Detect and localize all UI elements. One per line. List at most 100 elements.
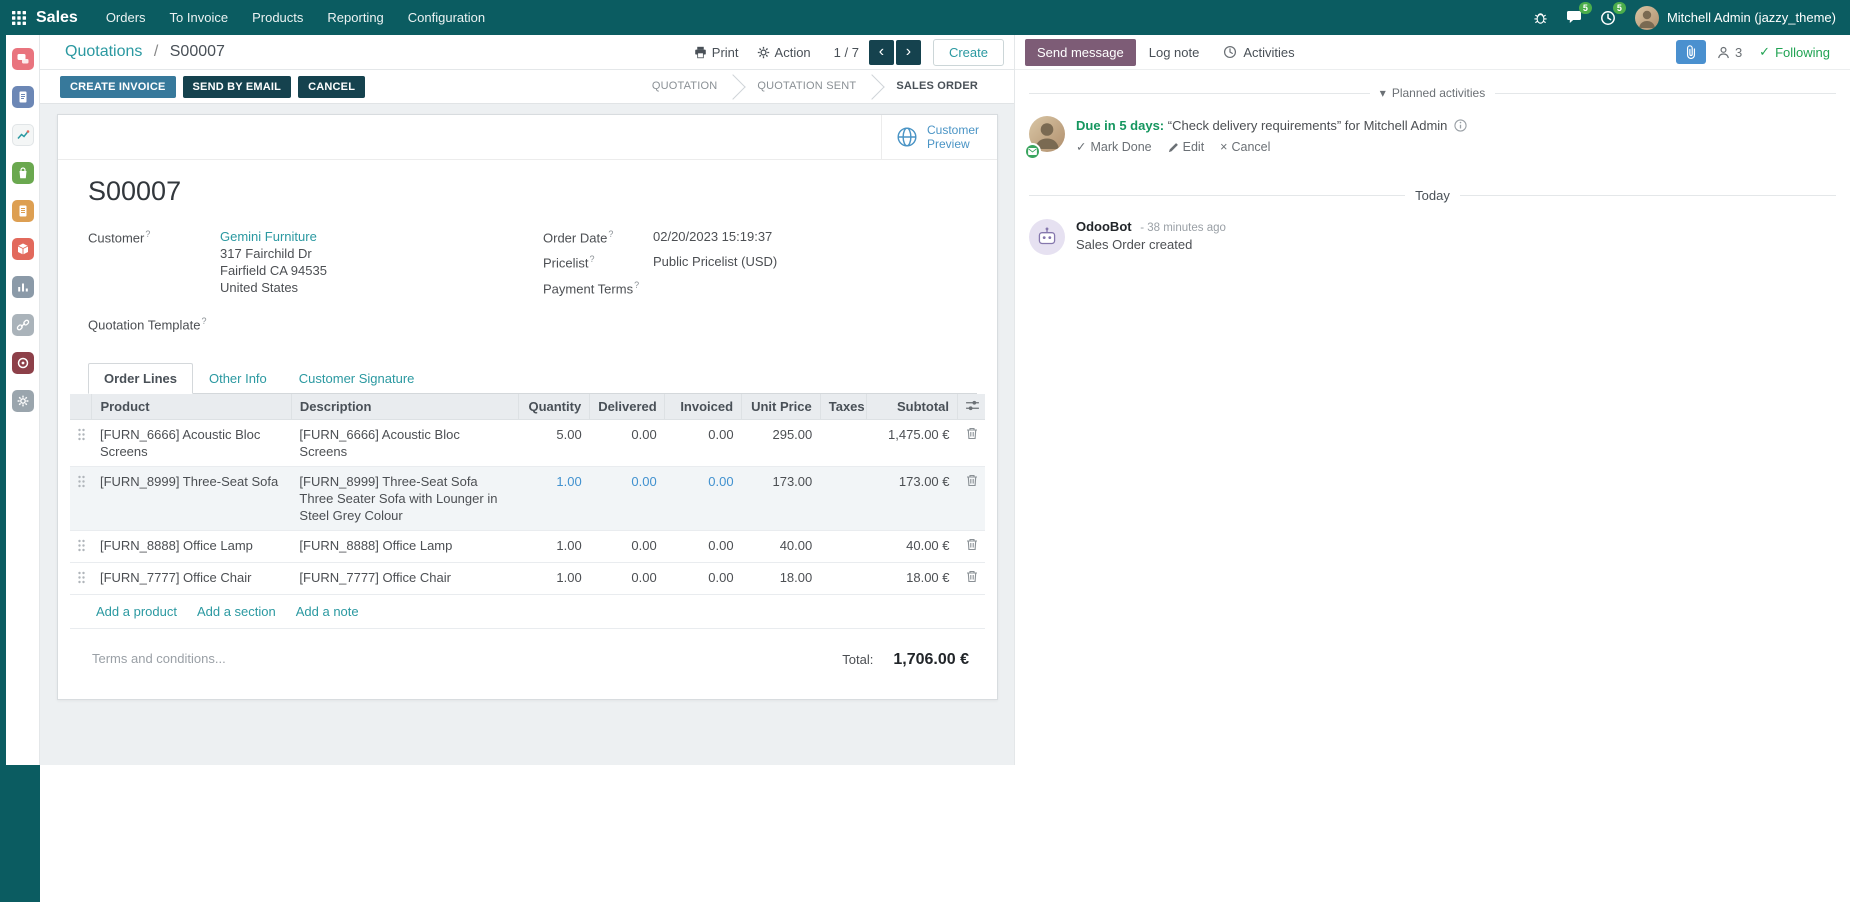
menu-products[interactable]: Products [240,0,315,35]
cell-unit-price[interactable]: 40.00 [742,531,821,563]
order-date-value[interactable]: 02/20/2023 15:19:37 [653,229,772,245]
cancel-button[interactable]: CANCEL [298,76,365,98]
info-icon[interactable] [1454,119,1467,132]
cell-unit-price[interactable]: 18.00 [742,563,821,595]
sidebar-app-link[interactable] [12,314,34,336]
drag-handle-icon[interactable] [78,569,85,588]
log-note-button[interactable]: Log note [1138,39,1211,66]
following-button[interactable]: ✓ Following [1753,44,1836,60]
chatter: Send message Log note Activities 3 ✓ Fol… [1015,35,1850,902]
cell-description[interactable]: [FURN_6666] Acoustic Bloc Screens [291,420,518,467]
drag-handle-icon[interactable] [78,537,85,556]
sidebar-app-accounting[interactable] [12,276,34,298]
cell-taxes[interactable] [820,563,866,595]
cell-invoiced[interactable]: 0.00 [665,531,742,563]
user-menu[interactable]: Mitchell Admin (jazzy_theme) [1625,6,1840,30]
terms-placeholder[interactable]: Terms and conditions... [92,651,226,666]
cell-taxes[interactable] [820,531,866,563]
cell-description[interactable]: [FURN_7777] Office Chair [291,563,518,595]
send-message-button[interactable]: Send message [1025,39,1136,66]
pager-previous-button[interactable]: ‹ [869,40,894,65]
cell-unit-price[interactable]: 173.00 [742,467,821,531]
cell-invoiced[interactable]: 0.00 [665,563,742,595]
add-section-link[interactable]: Add a section [197,604,276,619]
cancel-activity-button[interactable]: ×Cancel [1220,139,1270,156]
cell-description[interactable]: [FURN_8999] Three-Seat SofaThree Seater … [291,467,518,531]
drag-handle-icon[interactable] [78,473,85,492]
customer-preview-button[interactable]: Customer Preview [881,115,997,159]
pager-next-button[interactable]: › [896,40,921,65]
cell-quantity[interactable]: 1.00 [518,467,589,531]
activities-button[interactable]: Activities [1212,39,1305,66]
delete-line-icon[interactable] [966,426,978,444]
cell-taxes[interactable] [820,420,866,467]
delete-line-icon[interactable] [966,537,978,555]
sidebar-app-discuss[interactable] [12,48,34,70]
cell-unit-price[interactable]: 295.00 [742,420,821,467]
tab-order-lines[interactable]: Order Lines [88,363,193,394]
menu-reporting[interactable]: Reporting [315,0,395,35]
status-step-sales-order[interactable]: SALES ORDER [872,75,994,98]
cell-delivered[interactable]: 0.00 [590,531,665,563]
screen: Sales Orders To Invoice Products Reporti… [0,0,1850,902]
create-button[interactable]: Create [933,39,1004,66]
cell-product[interactable]: [FURN_8999] Three-Seat Sofa [92,467,291,531]
messages-icon[interactable]: 5 [1557,0,1591,35]
activities-icon[interactable]: 5 [1591,0,1625,35]
cell-delivered[interactable]: 0.00 [590,420,665,467]
tab-other-info[interactable]: Other Info [193,363,283,394]
main-panel: Quotations / S00007 Print Action 1 / 7 ‹ [40,35,1015,902]
cell-quantity[interactable]: 5.00 [518,420,589,467]
send-by-email-button[interactable]: SEND BY EMAIL [183,76,292,98]
cell-product[interactable]: [FURN_7777] Office Chair [92,563,291,595]
menu-to-invoice[interactable]: To Invoice [158,0,241,35]
print-button[interactable]: Print [685,40,748,65]
cell-product[interactable]: [FURN_8888] Office Lamp [92,531,291,563]
cell-delivered[interactable]: 0.00 [590,563,665,595]
add-note-link[interactable]: Add a note [296,604,359,619]
sidebar-app-crm[interactable] [12,124,34,146]
total-label: Total: [842,652,873,667]
sidebar-app-purchase[interactable] [12,352,34,374]
attachment-button[interactable] [1676,40,1706,64]
cell-invoiced[interactable]: 0.00 [665,420,742,467]
sidebar-app-invoicing[interactable] [12,200,34,222]
followers-button[interactable]: 3 [1708,45,1751,60]
field-order-date: Order Date? 02/20/2023 15:19:37 [543,229,977,245]
cell-description[interactable]: [FURN_8888] Office Lamp [291,531,518,563]
status-step-quotation-sent[interactable]: QUOTATION SENT [733,75,872,98]
sidebar-app-settings[interactable] [12,390,34,412]
sidebar-app-notes[interactable] [12,86,34,108]
delete-line-icon[interactable] [966,569,978,587]
optional-columns-icon[interactable] [966,399,979,414]
sidebar-app-inventory[interactable] [12,238,34,260]
edit-activity-button[interactable]: Edit [1168,139,1205,156]
mark-done-button[interactable]: ✓Mark Done [1076,139,1152,156]
add-product-link[interactable]: Add a product [96,604,177,619]
menu-orders[interactable]: Orders [94,0,158,35]
apps-grid-icon[interactable] [0,11,36,25]
form-area: CREATE INVOICE SEND BY EMAIL CANCEL QUOT… [40,70,1015,902]
help-marker: ? [202,316,207,326]
cell-quantity[interactable]: 1.00 [518,563,589,595]
cell-invoiced[interactable]: 0.00 [665,467,742,531]
delete-line-icon[interactable] [966,473,978,491]
action-button[interactable]: Action [748,40,820,65]
planned-activities-header[interactable]: ▾ Planned activities [1029,86,1836,100]
sidebar-app-sales[interactable] [12,162,34,184]
cell-quantity[interactable]: 1.00 [518,531,589,563]
status-step-quotation[interactable]: QUOTATION [638,75,734,98]
pricelist-value[interactable]: Public Pricelist (USD) [653,254,777,270]
drag-handle-icon[interactable] [78,426,85,445]
cell-product[interactable]: [FURN_6666] Acoustic Bloc Screens [92,420,291,467]
breadcrumb-quotations[interactable]: Quotations [65,43,142,60]
customer-link[interactable]: Gemini Furniture [220,229,317,244]
debug-icon[interactable] [1524,0,1557,35]
field-quotation-template: Quotation Template? [88,316,543,332]
menu-configuration[interactable]: Configuration [396,0,497,35]
tab-customer-signature[interactable]: Customer Signature [283,363,431,394]
app-brand[interactable]: Sales [36,9,78,27]
create-invoice-button[interactable]: CREATE INVOICE [60,76,176,98]
cell-delivered[interactable]: 0.00 [590,467,665,531]
cell-taxes[interactable] [820,467,866,531]
